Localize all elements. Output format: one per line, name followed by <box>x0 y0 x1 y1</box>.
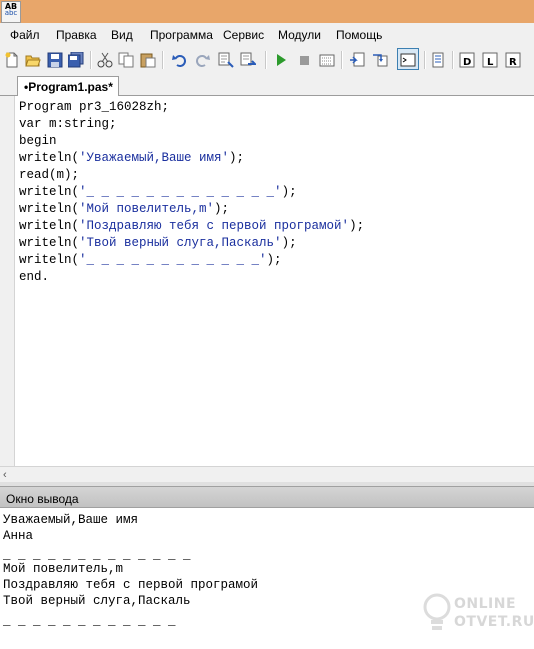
toolbar: D L R <box>0 45 534 75</box>
menu-modules[interactable]: Модули <box>278 28 321 42</box>
cut-icon[interactable] <box>97 52 113 68</box>
toolbar-separator <box>424 51 426 69</box>
code-line: var m:string; <box>19 117 117 131</box>
code-line: begin <box>19 134 57 148</box>
code-editor[interactable]: Program pr3_16028zh; var m:string; begin… <box>0 96 534 466</box>
horizontal-scrollbar[interactable]: ‹ <box>0 466 534 483</box>
properties-icon[interactable] <box>430 52 446 68</box>
output-line: Уважаемый,Ваше имя <box>3 513 139 527</box>
module-l-icon[interactable]: L <box>482 52 498 68</box>
output-window-icon[interactable] <box>400 52 416 68</box>
output-line: Поздравляю тебя с первой програмой <box>3 578 259 592</box>
code-line: writeln('Мой повелитель,m'); <box>19 202 230 216</box>
paste-icon[interactable] <box>140 52 156 68</box>
code-line: Program pr3_16028zh; <box>19 100 170 114</box>
stop-icon[interactable] <box>296 52 312 68</box>
save-all-icon[interactable] <box>68 52 84 68</box>
output-line: _ _ _ _ _ _ _ _ _ _ _ _ <box>3 614 176 628</box>
app-icon-bottom: abc <box>4 9 18 17</box>
module-d-icon[interactable]: D <box>459 52 475 68</box>
toolbar-separator <box>452 51 454 69</box>
new-file-icon[interactable] <box>4 52 20 68</box>
menu-bar: Файл Правка Вид Программа Сервис Модули … <box>0 23 534 45</box>
replace-icon[interactable] <box>240 52 256 68</box>
save-icon[interactable] <box>47 52 63 68</box>
module-r-icon[interactable]: R <box>505 52 521 68</box>
menu-program[interactable]: Программа <box>150 28 213 42</box>
watermark-line1: ONLINE <box>454 596 517 612</box>
lightbulb-icon <box>423 593 451 630</box>
output-line: Твой верный слуга,Паскаль <box>3 594 191 608</box>
tab-program1[interactable]: •Program1.pas* <box>17 76 119 96</box>
copy-icon[interactable] <box>118 52 134 68</box>
output-line: Анна <box>3 529 34 543</box>
svg-text:L: L <box>487 57 494 68</box>
title-bar: AB abc <box>0 0 534 23</box>
open-folder-icon[interactable] <box>25 52 41 68</box>
redo-icon[interactable] <box>194 52 210 68</box>
code-line: writeln('_ _ _ _ _ _ _ _ _ _ _ _'); <box>19 253 282 267</box>
toolbar-separator <box>341 51 343 69</box>
output-panel-title: Окно вывода <box>0 486 534 508</box>
menu-file[interactable]: Файл <box>10 28 40 42</box>
code-line: writeln('Твой верный слуга,Паскаль'); <box>19 236 297 250</box>
menu-help[interactable]: Помощь <box>336 28 382 42</box>
find-icon[interactable] <box>218 52 234 68</box>
editor-gutter <box>0 96 15 466</box>
svg-text:R: R <box>509 57 517 68</box>
code-line: writeln('Поздравляю тебя с первой програ… <box>19 219 365 233</box>
debug-icon[interactable] <box>319 52 335 68</box>
tab-bar: •Program1.pas* <box>0 75 534 96</box>
toolbar-separator <box>162 51 164 69</box>
undo-icon[interactable] <box>172 52 188 68</box>
code-line: end. <box>19 270 50 284</box>
code-area[interactable]: Program pr3_16028zh; var m:string; begin… <box>15 96 534 466</box>
toolbar-separator <box>265 51 267 69</box>
step-over-icon[interactable] <box>372 52 388 68</box>
code-line: writeln('_ _ _ _ _ _ _ _ _ _ _ _ _'); <box>19 185 297 199</box>
svg-text:D: D <box>463 57 471 68</box>
toolbar-separator <box>90 51 92 69</box>
output-line: Мой повелитель,m <box>3 562 124 576</box>
scroll-left-icon[interactable]: ‹ <box>3 469 7 481</box>
code-line: read(m); <box>19 168 80 182</box>
run-icon[interactable] <box>273 52 289 68</box>
code-line: writeln('Уважаемый,Ваше имя'); <box>19 151 245 165</box>
step-icon[interactable] <box>349 52 365 68</box>
app-icon[interactable]: AB abc <box>1 1 21 23</box>
menu-edit[interactable]: Правка <box>56 28 97 42</box>
watermark: ONLINE OTVET.RU <box>420 590 534 640</box>
output-line: _ _ _ _ _ _ _ _ _ _ _ _ _ <box>3 548 191 562</box>
watermark-line2: OTVET.RU <box>454 614 534 630</box>
menu-view[interactable]: Вид <box>111 28 133 42</box>
menu-service[interactable]: Сервис <box>223 28 264 42</box>
